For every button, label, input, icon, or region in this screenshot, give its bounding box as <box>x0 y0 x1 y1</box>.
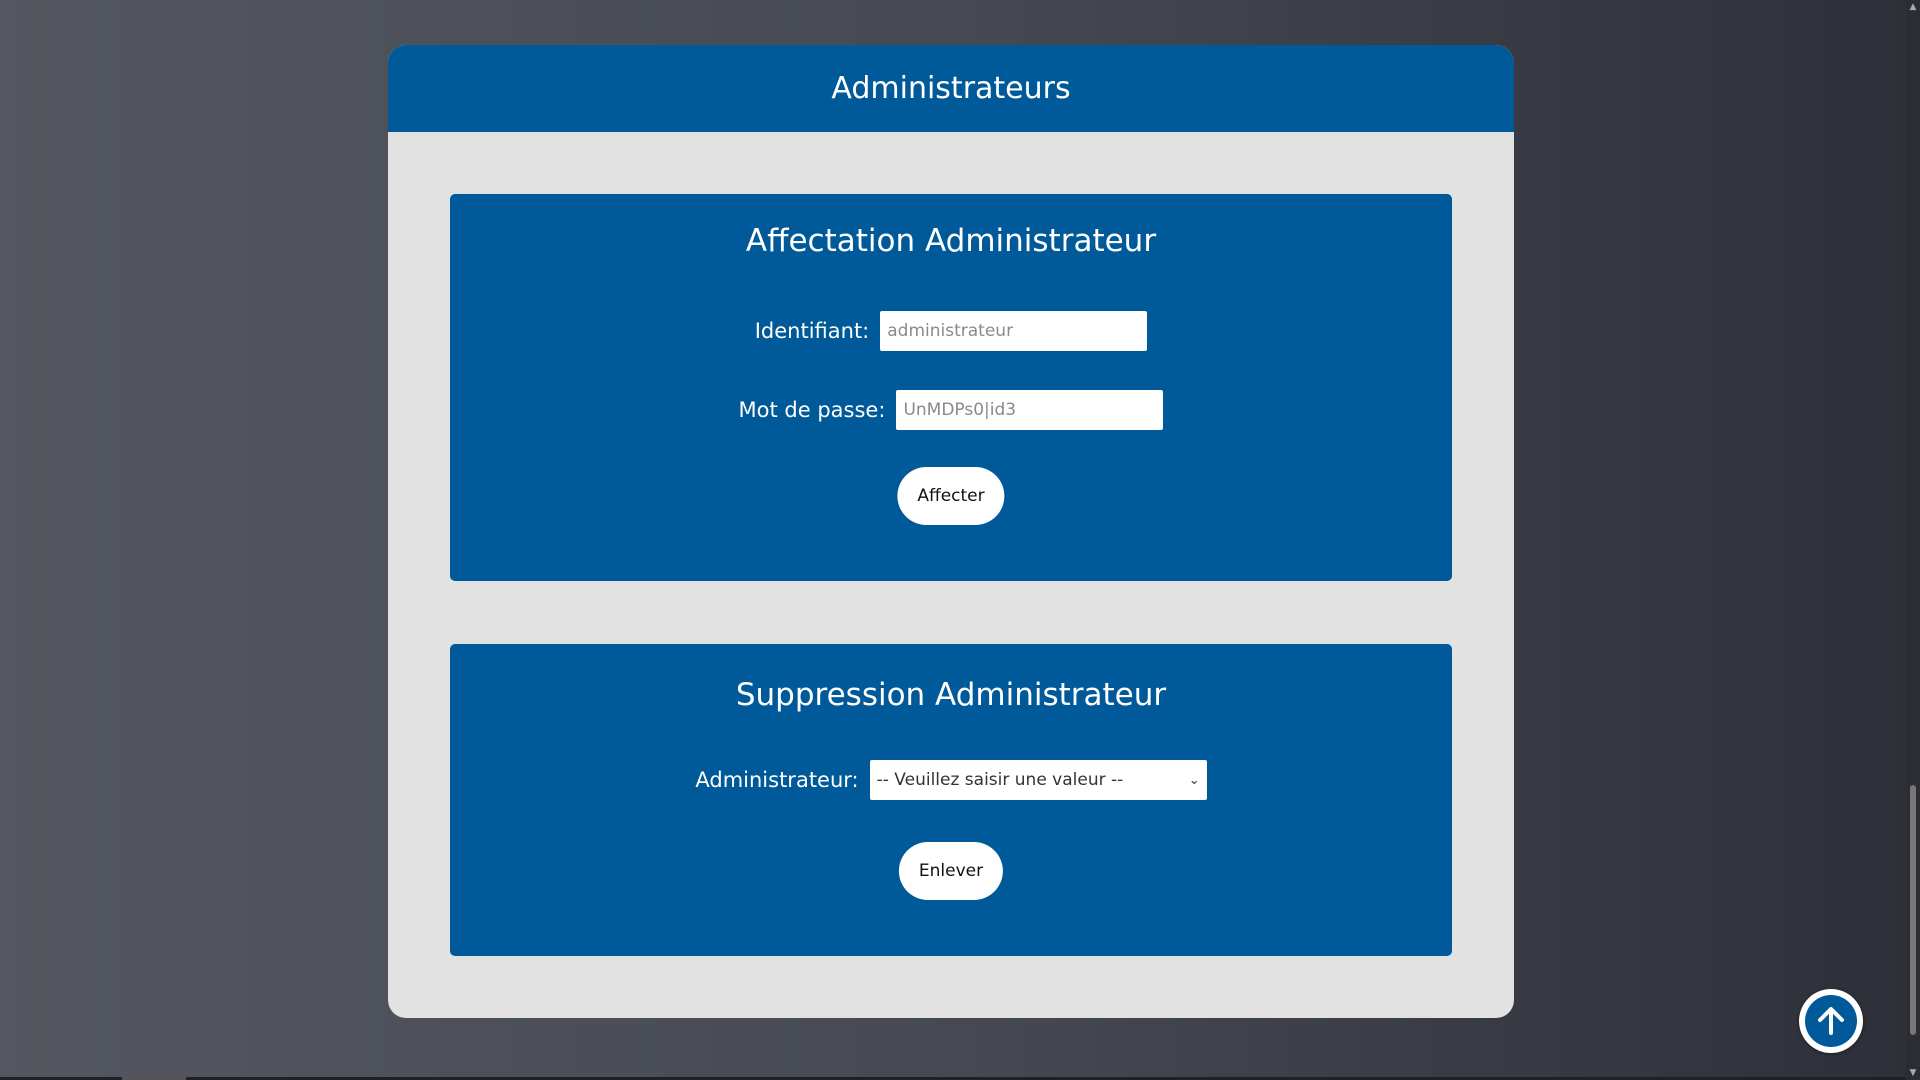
chevron-down-icon: ⌄ <box>1188 772 1200 788</box>
remove-admin-panel: Suppression Administrateur Administrateu… <box>450 644 1452 956</box>
scroll-to-top-button[interactable] <box>1799 989 1863 1053</box>
administrator-select[interactable]: -- Veuillez saisir une valeur -- ⌄ <box>869 760 1207 800</box>
vertical-scrollbar[interactable]: ▲ ▼ <box>1906 0 1920 1080</box>
assign-panel-title: Affectation Administrateur <box>745 223 1157 259</box>
page-title: Administrateurs <box>831 71 1071 106</box>
identifier-input[interactable] <box>880 311 1148 351</box>
scroll-down-icon[interactable]: ▼ <box>1906 1066 1920 1080</box>
remove-panel-title: Suppression Administrateur <box>735 677 1167 713</box>
scrollbar-thumb[interactable] <box>1910 785 1916 1035</box>
admin-card: Administrateurs Affectation Administrate… <box>388 45 1514 1018</box>
password-label: Mot de passe: <box>738 398 886 422</box>
password-input[interactable] <box>896 390 1164 430</box>
scroll-up-icon[interactable]: ▲ <box>1906 0 1920 14</box>
identifier-label: Identifiant: <box>754 319 870 343</box>
assign-button[interactable]: Affecter <box>897 467 1005 525</box>
administrator-row: Administrateur: -- Veuillez saisir une v… <box>450 760 1452 800</box>
assign-admin-panel: Affectation Administrateur Identifiant: … <box>450 194 1452 581</box>
administrator-label: Administrateur: <box>695 768 859 792</box>
password-row: Mot de passe: <box>450 390 1452 430</box>
identifier-row: Identifiant: <box>450 311 1452 351</box>
card-header: Administrateurs <box>388 45 1514 132</box>
arrow-up-icon <box>1818 1007 1844 1035</box>
administrator-select-value: -- Veuillez saisir une valeur -- <box>876 770 1124 790</box>
remove-button[interactable]: Enlever <box>898 842 1004 900</box>
scroll-to-top-circle <box>1805 995 1857 1047</box>
